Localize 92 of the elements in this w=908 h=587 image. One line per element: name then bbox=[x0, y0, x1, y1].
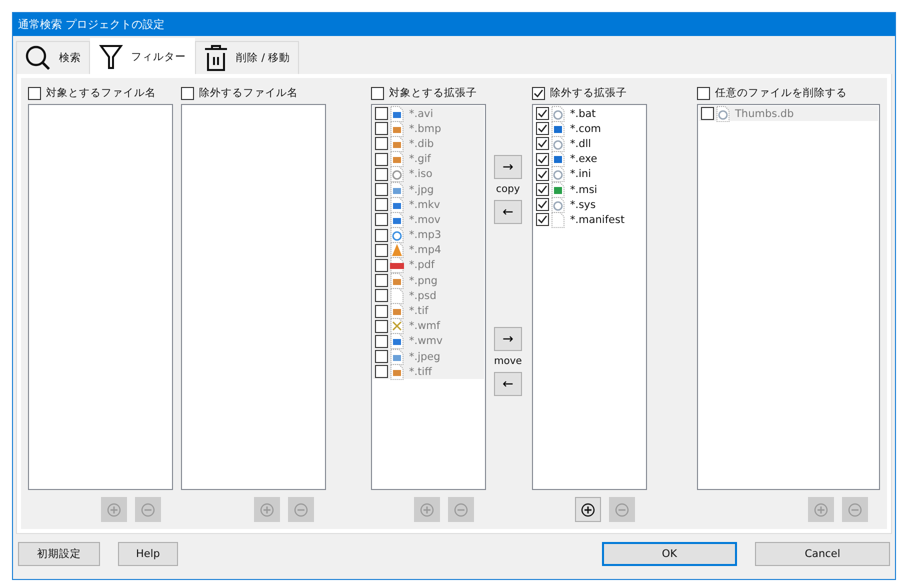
minus-circle-icon bbox=[294, 502, 308, 516]
checkbox[interactable] bbox=[536, 183, 549, 196]
checkbox[interactable] bbox=[375, 122, 388, 136]
checkbox[interactable] bbox=[701, 107, 714, 120]
filter-icon bbox=[99, 44, 123, 70]
checkbox[interactable] bbox=[181, 86, 194, 100]
plus-circle-icon bbox=[814, 502, 828, 516]
checkbox[interactable] bbox=[536, 213, 549, 226]
plus-circle-icon bbox=[420, 502, 434, 516]
checkbox[interactable] bbox=[375, 350, 388, 364]
checkbox[interactable] bbox=[375, 289, 388, 302]
extension-label: *.avi bbox=[408, 108, 434, 120]
checkbox[interactable] bbox=[375, 304, 388, 318]
transfer-caption: copy bbox=[496, 184, 520, 195]
checkbox[interactable] bbox=[536, 107, 549, 120]
search-icon bbox=[25, 45, 51, 71]
tab[interactable]: 検索 bbox=[16, 41, 90, 74]
dialog-button[interactable]: Help bbox=[118, 542, 178, 566]
extension-label: *.dib bbox=[408, 138, 434, 150]
dialog-button[interactable]: Cancel bbox=[755, 542, 890, 566]
minus-circle-icon bbox=[141, 502, 155, 516]
plus-circle-icon bbox=[581, 502, 595, 516]
extension-label: *.manifest bbox=[569, 214, 625, 226]
extension-label: *.gif bbox=[408, 153, 431, 166]
extension-label: *.com bbox=[569, 122, 602, 135]
extension-label: *.tif bbox=[408, 305, 428, 318]
extension-label: *.mkv bbox=[408, 198, 440, 211]
dialog-button[interactable]: OK bbox=[602, 542, 737, 566]
trash-icon bbox=[204, 44, 228, 72]
checkbox[interactable] bbox=[375, 365, 388, 378]
checkbox[interactable] bbox=[375, 228, 388, 242]
checkbox[interactable] bbox=[375, 198, 388, 212]
transfer-caption: move bbox=[494, 356, 522, 367]
checkbox[interactable] bbox=[375, 152, 388, 166]
checkbox[interactable] bbox=[375, 213, 388, 226]
checkbox[interactable] bbox=[697, 86, 710, 100]
checkbox[interactable] bbox=[536, 198, 549, 212]
checkbox[interactable] bbox=[375, 168, 388, 181]
extension-label: *.pdf bbox=[408, 259, 435, 272]
plus-circle-icon bbox=[107, 502, 121, 516]
extension-label: *.iso bbox=[408, 168, 432, 180]
checkbox[interactable] bbox=[536, 168, 549, 181]
checkbox-label: 除外する拡張子 bbox=[550, 86, 627, 100]
checkbox-label: 任意のファイルを削除する bbox=[715, 86, 847, 100]
extension-label: *.mov bbox=[408, 214, 440, 226]
extension-label: *.psd bbox=[408, 290, 436, 302]
add-button[interactable] bbox=[575, 497, 601, 522]
extension-label: *.tiff bbox=[408, 366, 432, 378]
move-right-button[interactable]: → bbox=[494, 327, 522, 351]
extension-label: *.bmp bbox=[408, 122, 442, 135]
checkbox[interactable] bbox=[532, 86, 545, 100]
checkbox-label: 対象とするファイル名 bbox=[46, 86, 156, 100]
dialog-button[interactable]: 初期設定 bbox=[18, 542, 100, 566]
checkbox[interactable] bbox=[536, 137, 549, 150]
checkbox[interactable] bbox=[375, 334, 388, 348]
extension-label: *.msi bbox=[569, 184, 598, 196]
extension-label: *.jpeg bbox=[408, 350, 440, 363]
checkbox[interactable] bbox=[375, 274, 388, 288]
extension-label: *.dll bbox=[569, 138, 592, 150]
extension-label: *.png bbox=[408, 274, 438, 287]
extension-label: *.sys bbox=[569, 198, 596, 211]
checkbox[interactable] bbox=[371, 86, 384, 100]
tab[interactable]: フィルター bbox=[90, 38, 195, 74]
checkbox[interactable] bbox=[28, 86, 41, 100]
extension-label: *.wmv bbox=[408, 335, 443, 348]
checkbox[interactable] bbox=[375, 137, 388, 150]
extension-label: *.mp4 bbox=[408, 244, 442, 256]
move-right-button[interactable]: → bbox=[494, 155, 522, 179]
window-title: 通常検索 プロジェクトの設定 bbox=[13, 13, 895, 36]
checkbox[interactable] bbox=[375, 258, 388, 272]
tab[interactable]: 削除 / 移動 bbox=[195, 41, 300, 74]
minus-circle-icon bbox=[615, 502, 629, 516]
checkbox[interactable] bbox=[536, 152, 549, 166]
checkbox[interactable] bbox=[375, 107, 388, 120]
minus-circle-icon bbox=[454, 502, 468, 516]
checkbox[interactable] bbox=[536, 122, 549, 136]
minus-circle-icon bbox=[848, 502, 862, 516]
extension-label: *.mp3 bbox=[408, 229, 442, 242]
extension-label: *.exe bbox=[569, 153, 598, 166]
checkbox[interactable] bbox=[375, 244, 388, 257]
checkbox-label: 除外するファイル名 bbox=[199, 86, 298, 100]
extension-label: *.bat bbox=[569, 108, 596, 120]
extension-label: *.jpg bbox=[408, 184, 434, 196]
checkbox[interactable] bbox=[375, 183, 388, 196]
move-left-button[interactable]: ← bbox=[494, 372, 522, 396]
extension-label: *.ini bbox=[569, 168, 592, 180]
move-left-button[interactable]: ← bbox=[494, 200, 522, 224]
checkbox-label: 対象とする拡張子 bbox=[389, 86, 477, 100]
checkbox[interactable] bbox=[375, 320, 388, 333]
plus-circle-icon bbox=[260, 502, 274, 516]
extension-label: *.wmf bbox=[408, 320, 440, 332]
extension-label: Thumbs.db bbox=[734, 108, 794, 120]
